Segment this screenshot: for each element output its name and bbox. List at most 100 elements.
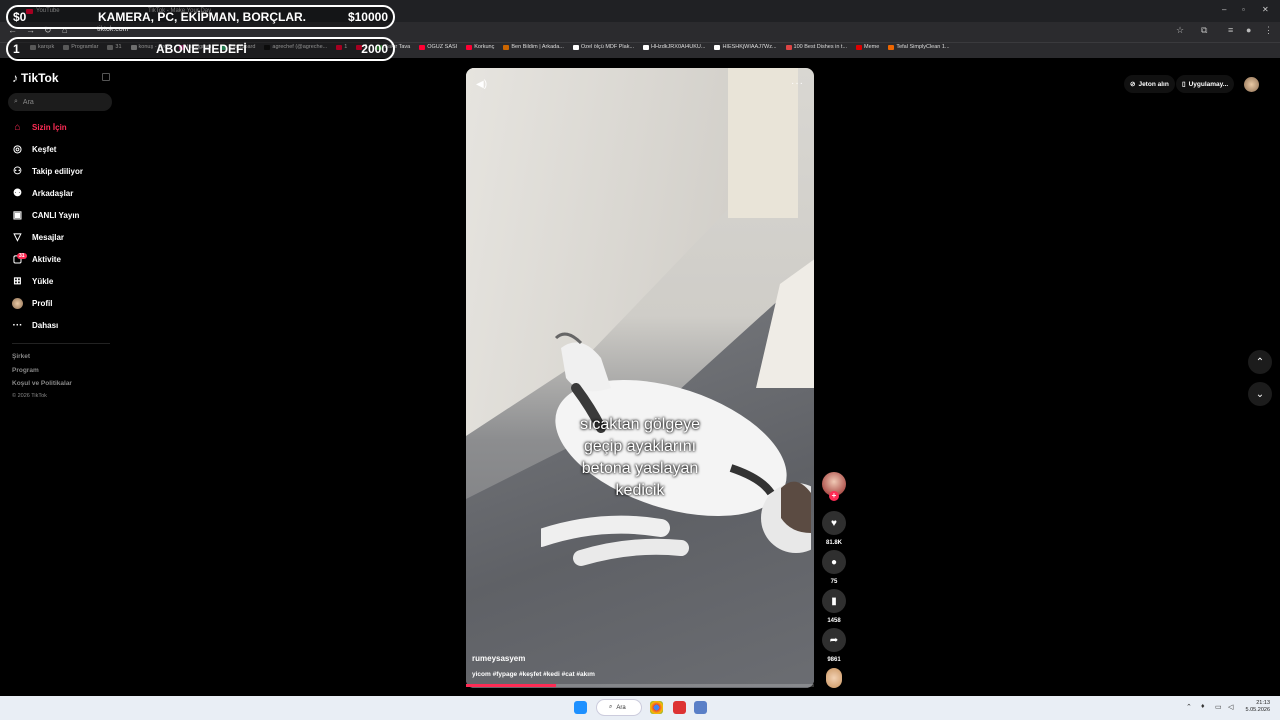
bookmark-icon — [419, 44, 426, 50]
bookmark-item[interactable]: Özel ölçü MDF Plak... — [572, 44, 634, 50]
footer-link-program[interactable]: Program — [12, 367, 39, 374]
bookmark-icon — [888, 44, 895, 50]
bookmark-item[interactable]: 100 Best Dishes in t... — [785, 44, 847, 50]
footer-link-terms[interactable]: Koşul ve Politikalar — [12, 380, 72, 387]
sidebar-item-label: CANLI Yayın — [32, 211, 80, 220]
clock[interactable]: 21:13 5.05.2026 — [1246, 700, 1270, 714]
save-action[interactable]: ▮ 1458 — [822, 589, 846, 624]
taskbar-search[interactable]: ⌕ Ara — [596, 699, 642, 716]
start-icon[interactable] — [574, 701, 587, 714]
share-icon[interactable]: ➦ — [822, 628, 846, 652]
user-avatar[interactable] — [1244, 77, 1259, 92]
sidebar-item-label: Mesajlar — [32, 233, 65, 242]
sidebar-item-compass[interactable]: ◎ Keşfet — [12, 144, 56, 155]
video-player[interactable] — [466, 68, 814, 688]
network-icon[interactable]: ▭ — [1215, 703, 1222, 711]
search-input[interactable]: ⌕ Ara — [8, 93, 112, 111]
next-video-button[interactable]: ⌄ — [1248, 382, 1272, 406]
bookmark-icon — [643, 44, 650, 50]
bookmark-icon — [785, 44, 792, 50]
tray-chevron-icon[interactable]: ⌃ — [1186, 703, 1192, 711]
volume-tray-icon[interactable]: ◁ — [1228, 703, 1233, 711]
volume-icon[interactable]: ◀) — [476, 79, 487, 90]
chrome-icon[interactable] — [650, 701, 663, 714]
bookmark-item[interactable]: Tefal SimplyClean 1... — [888, 44, 950, 50]
coin-icon: ⊘ — [1130, 81, 1136, 88]
sidebar-item-label: Dahası — [32, 321, 59, 330]
goal-overlay-money: $0 KAMERA, PC, EKİPMAN, BORÇLAR. $10000 — [6, 5, 395, 29]
following-icon: ⚇ — [13, 166, 22, 177]
bookmark-item[interactable]: Meme — [856, 44, 879, 50]
sidebar-item-home[interactable]: ⌂ Sizin İçin — [12, 122, 67, 133]
share-count: 9861 — [827, 657, 841, 663]
sound-avatar[interactable] — [826, 668, 842, 688]
heart-icon[interactable]: ♥ — [822, 511, 846, 535]
bookmark-item[interactable]: OĞUZ SASİ — [419, 44, 457, 50]
bookmark-item[interactable]: HHzdkJRX0AI4UKU... — [643, 44, 705, 50]
video-hashtags[interactable]: yicom #fypage #keşfet #kedi #cat #akım — [472, 671, 595, 678]
media-icon[interactable]: ≡ — [1228, 25, 1233, 35]
bookmark-item[interactable]: HIESHKjWIAAJ7Wz... — [714, 44, 777, 50]
follow-plus-icon[interactable]: + — [829, 491, 839, 501]
phone-icon: ▯ — [1182, 81, 1186, 88]
copyright: © 2026 TikTok — [12, 393, 47, 399]
activity-badge: 31 — [17, 253, 27, 259]
sidebar-item-label: Keşfet — [32, 145, 57, 154]
sidebar-item-live[interactable]: ▣ CANLI Yayın — [12, 210, 80, 221]
like-action[interactable]: ♥ 81.8K — [822, 511, 846, 546]
share-action[interactable]: ➦ 9861 — [822, 628, 846, 663]
sidebar-item-friends[interactable]: ⚉ Arkadaşlar — [12, 188, 73, 199]
upload-icon: ⊞ — [13, 276, 22, 287]
more-options-icon[interactable]: ··· — [791, 78, 804, 89]
profile-icon — [12, 298, 23, 309]
app-icon[interactable] — [673, 701, 686, 714]
extensions-icon[interactable]: ⧉ — [1201, 25, 1207, 36]
sidebar-item-messages[interactable]: ▽ Mesajlar — [12, 232, 64, 243]
more-icon: ··· — [12, 320, 23, 331]
sidebar-item-profile[interactable]: Profil — [12, 298, 52, 309]
subs-goal-title: ABONE HEDEFİ — [156, 42, 247, 56]
video-progress-fill — [466, 684, 557, 687]
bookmark-item[interactable]: Ben Bildim | Arkada... — [503, 44, 564, 50]
money-goal-title: KAMERA, PC, EKİPMAN, BORÇLAR. — [98, 10, 307, 24]
sidebar-item-more[interactable]: ··· Dahası — [12, 320, 59, 331]
comment-action[interactable]: ● 75 — [822, 550, 846, 585]
bookmark-icon — [466, 44, 473, 50]
sidebar-item-label: Sizin İçin — [32, 123, 67, 132]
close-icon[interactable]: ✕ — [1262, 5, 1269, 14]
sidebar-item-following[interactable]: ⚇ Takip ediliyor — [12, 166, 83, 177]
caption-line: betona yaslayan — [581, 460, 699, 477]
profile-avatar-icon[interactable]: ● — [1246, 25, 1251, 35]
mic-icon[interactable]: ♦ — [1201, 703, 1205, 710]
menu-icon[interactable]: ⋮ — [1264, 25, 1273, 36]
video-progress-bar[interactable] — [466, 684, 814, 687]
home-icon: ⌂ — [14, 122, 21, 133]
caption-line: sıcaktan gölgeye — [579, 416, 701, 433]
minimize-icon[interactable]: – — [1222, 5, 1226, 14]
sidebar-item-label: Takip ediliyor — [32, 167, 83, 176]
comment-count: 75 — [830, 579, 838, 585]
video-caption: sıcaktan gölgeye geçip ayaklarını betona y… — [466, 414, 814, 502]
sidebar-item-upload[interactable]: ⊞ Yükle — [12, 276, 53, 287]
footer-link-company[interactable]: Şirket — [12, 353, 30, 360]
friends-icon: ⚉ — [13, 188, 22, 199]
compass-icon: ◎ — [13, 144, 22, 155]
star-icon[interactable]: ☆ — [1176, 25, 1184, 36]
comment-icon[interactable]: ● — [822, 550, 846, 574]
settings-icon[interactable] — [694, 701, 707, 714]
sidebar-item-label: Arkadaşlar — [32, 189, 74, 198]
pillar — [728, 68, 798, 218]
tiktok-logo[interactable]: ♪ TikTok — [12, 71, 59, 85]
previous-video-button[interactable]: ⌃ — [1248, 350, 1272, 374]
bookmark-icon[interactable]: ▮ — [822, 589, 846, 613]
bookmark-item[interactable]: Korkunç — [466, 44, 494, 50]
sidebar-item-label: Profil — [32, 299, 53, 308]
caption-line: kedicik — [615, 482, 665, 499]
collapse-sidebar-icon[interactable] — [102, 73, 110, 81]
get-app-button[interactable]: ▯ Uygulamay... — [1176, 75, 1235, 93]
sidebar-item-label: Yükle — [32, 277, 54, 286]
video-author[interactable]: rumeysasyem — [472, 654, 525, 663]
maximize-icon[interactable]: ▫ — [1242, 5, 1245, 14]
sidebar-divider — [12, 343, 110, 344]
get-coins-button[interactable]: ⊘ Jeton alın — [1124, 75, 1175, 93]
